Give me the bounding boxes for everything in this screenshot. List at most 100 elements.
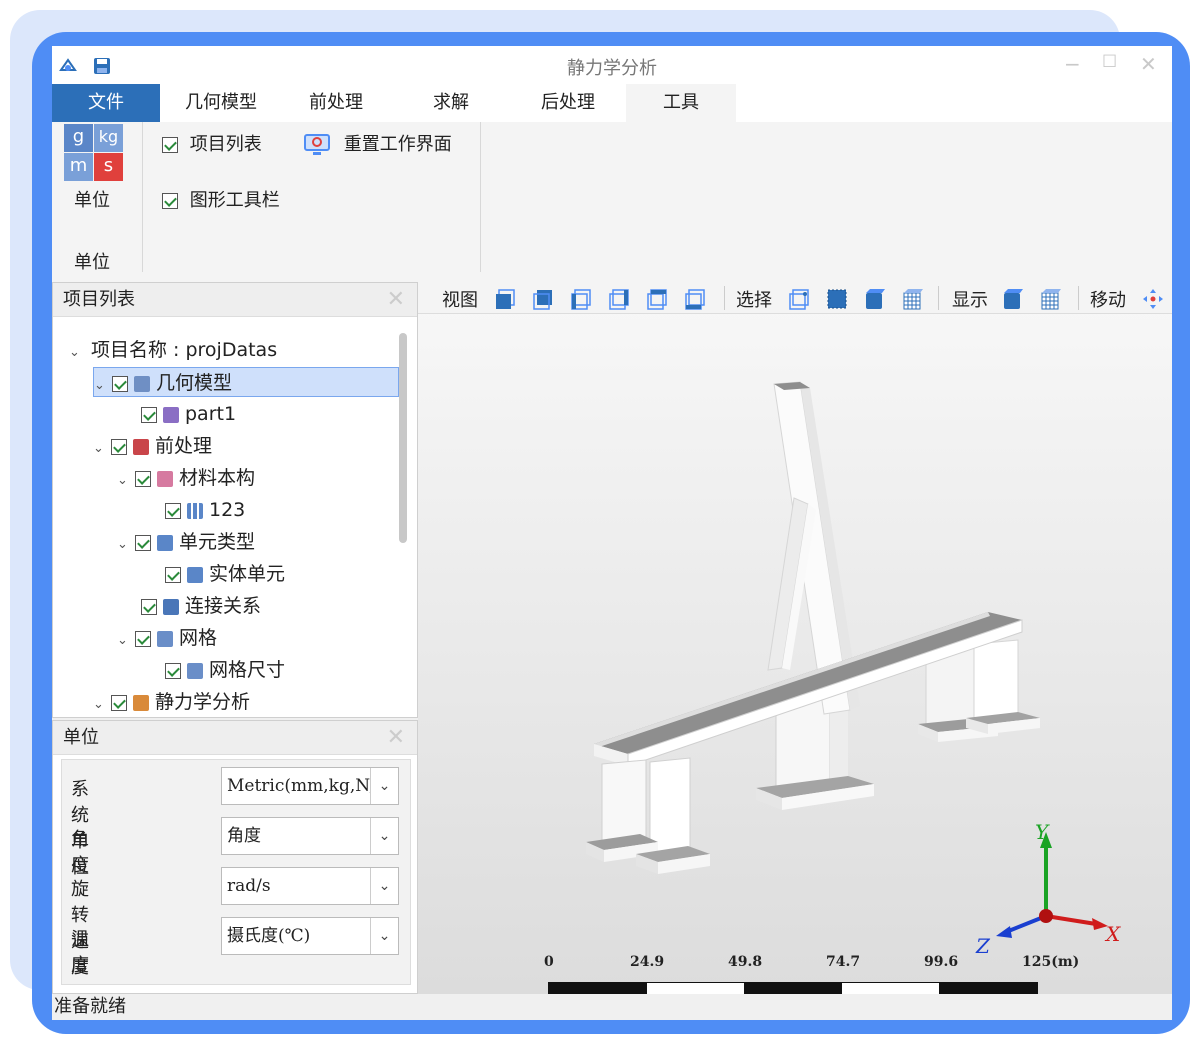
chevron-down-icon[interactable]: ⌄ bbox=[69, 338, 87, 368]
connection-icon bbox=[163, 598, 179, 615]
checkbox-icon[interactable] bbox=[165, 566, 181, 583]
checkbox-icon[interactable] bbox=[112, 375, 128, 392]
chevron-down-icon[interactable]: ⌄ bbox=[94, 371, 112, 401]
ribbon-separator bbox=[480, 122, 481, 272]
chevron-down-icon[interactable]: ⌄ bbox=[117, 626, 135, 656]
tree-item-element-type[interactable]: ⌄ 单元类型 bbox=[117, 527, 255, 557]
tab-tools[interactable]: 工具 bbox=[626, 84, 736, 122]
view-bottom-icon[interactable] bbox=[684, 288, 706, 310]
checkbox-icon[interactable] bbox=[162, 193, 178, 209]
scale-label: 49.8 bbox=[728, 954, 763, 970]
chevron-down-icon[interactable]: ⌄ bbox=[370, 918, 398, 954]
select-body-icon[interactable] bbox=[864, 288, 886, 310]
view-left-icon[interactable] bbox=[570, 288, 592, 310]
tree-label: 单元类型 bbox=[179, 531, 256, 553]
ribbon-tab-bar: 文件 几何模型 前处理 求解 后处理 工具 bbox=[52, 84, 1172, 122]
element-type-icon bbox=[157, 534, 173, 551]
tree-item-solid-element[interactable]: 实体单元 bbox=[165, 559, 285, 589]
close-panel-icon[interactable]: ✕ bbox=[387, 721, 405, 755]
tree-item-preprocess[interactable]: ⌄ 前处理 bbox=[93, 431, 212, 461]
mesh-icon bbox=[157, 630, 173, 647]
tree-item-part[interactable]: part1 bbox=[141, 399, 236, 429]
scale-label: 125(m) bbox=[1022, 954, 1080, 970]
tab-solve[interactable]: 求解 bbox=[398, 84, 504, 122]
select-point-icon[interactable] bbox=[788, 288, 810, 310]
tree-item-mesh-size[interactable]: 网格尺寸 bbox=[165, 655, 285, 685]
maximize-icon[interactable]: ☐ bbox=[1102, 52, 1117, 72]
scale-label: 24.9 bbox=[630, 954, 665, 970]
chevron-down-icon[interactable]: ⌄ bbox=[370, 818, 398, 854]
chevron-down-icon[interactable]: ⌄ bbox=[117, 466, 135, 496]
temperature-unit-select[interactable]: 摄氏度(℃) ⌄ bbox=[221, 917, 399, 955]
tree-label: 前处理 bbox=[155, 435, 213, 457]
units-icon[interactable]: g kg m s bbox=[64, 124, 124, 182]
select-element-icon[interactable] bbox=[902, 288, 924, 310]
checkbox-icon[interactable] bbox=[165, 502, 181, 519]
title-bar: 静力学分析 − ☐ ✕ bbox=[52, 46, 1172, 84]
minimize-icon[interactable]: − bbox=[1064, 52, 1081, 76]
status-text: 准备就绪 bbox=[54, 996, 126, 1017]
graphics-toolbar: 视图 选择 显示 移动 bbox=[418, 282, 1172, 314]
reset-workspace-button[interactable]: 重置工作界面 bbox=[304, 130, 452, 156]
chevron-down-icon[interactable]: ⌄ bbox=[370, 768, 398, 804]
checkbox-icon[interactable] bbox=[141, 406, 157, 423]
toolbar-separator bbox=[1078, 286, 1079, 310]
axis-y-label: Y bbox=[1035, 820, 1049, 844]
geometry-icon bbox=[134, 375, 150, 392]
checkbox-icon[interactable] bbox=[111, 438, 127, 455]
units-group-label: 单位 bbox=[74, 252, 110, 273]
tree-item-material-123[interactable]: 123 bbox=[165, 495, 245, 525]
rotation-speed-select[interactable]: rad/s ⌄ bbox=[221, 867, 399, 905]
units-panel-title: 单位 bbox=[63, 727, 99, 748]
checkbox-icon[interactable] bbox=[111, 694, 127, 711]
view-right-icon[interactable] bbox=[608, 288, 630, 310]
tree-label: 网格 bbox=[179, 627, 218, 649]
scrollbar-thumb[interactable] bbox=[399, 333, 407, 543]
angle-unit-select[interactable]: 角度 ⌄ bbox=[221, 817, 399, 855]
chevron-down-icon[interactable]: ⌄ bbox=[93, 434, 111, 464]
tree-item-mesh[interactable]: ⌄ 网格 bbox=[117, 623, 217, 653]
chevron-down-icon[interactable]: ⌄ bbox=[370, 868, 398, 904]
graphics-viewport[interactable]: 视图 选择 显示 移动 Y X Z bbox=[418, 282, 1172, 996]
display-mesh-icon[interactable] bbox=[1040, 288, 1062, 310]
select-face-icon[interactable] bbox=[826, 288, 848, 310]
checkbox-icon[interactable] bbox=[162, 137, 178, 153]
tree-label: 几何模型 bbox=[156, 372, 233, 394]
move-label: 移动 bbox=[1090, 290, 1126, 311]
checkbox-icon[interactable] bbox=[141, 598, 157, 615]
check-project-list[interactable]: 项目列表 bbox=[162, 130, 262, 156]
select-value: rad/s bbox=[227, 876, 271, 896]
tree-item-static-analysis[interactable]: ⌄ 静力学分析 bbox=[93, 687, 250, 717]
chevron-down-icon[interactable]: ⌄ bbox=[93, 690, 111, 720]
toolbar-separator bbox=[724, 286, 725, 310]
tree-item-material[interactable]: ⌄ 材料本构 bbox=[117, 463, 255, 493]
view-front-icon[interactable] bbox=[494, 288, 516, 310]
tree-item-project[interactable]: ⌄ 项目名称 : projDatas bbox=[69, 335, 277, 365]
tab-postprocess[interactable]: 后处理 bbox=[514, 84, 622, 122]
tree-label: 连接关系 bbox=[185, 595, 262, 617]
tree-label: 项目名称 : projDatas bbox=[91, 339, 278, 361]
close-icon[interactable]: ✕ bbox=[1140, 52, 1157, 76]
view-label: 视图 bbox=[442, 290, 478, 311]
checkbox-icon[interactable] bbox=[135, 534, 151, 551]
tab-preprocess[interactable]: 前处理 bbox=[284, 84, 388, 122]
system-unit-select[interactable]: Metric(mm,kg,N,s ⌄ bbox=[221, 767, 399, 805]
ribbon-separator bbox=[142, 122, 143, 272]
tree-item-connection[interactable]: 连接关系 bbox=[141, 591, 261, 621]
move-arrows-icon[interactable] bbox=[1142, 288, 1164, 310]
tab-geometry[interactable]: 几何模型 bbox=[162, 84, 280, 122]
tree-item-geometry[interactable]: ⌄ 几何模型 bbox=[93, 367, 399, 397]
checkbox-icon[interactable] bbox=[165, 662, 181, 679]
check-graphic-toolbar[interactable]: 图形工具栏 bbox=[162, 186, 280, 212]
view-top-icon[interactable] bbox=[646, 288, 668, 310]
display-solid-icon[interactable] bbox=[1002, 288, 1024, 310]
tab-file[interactable]: 文件 bbox=[52, 84, 160, 122]
select-value: 角度 bbox=[227, 826, 261, 846]
checkbox-icon[interactable] bbox=[135, 630, 151, 647]
close-panel-icon[interactable]: ✕ bbox=[387, 283, 405, 317]
axis-z-label: Z bbox=[976, 934, 990, 958]
view-back-icon[interactable] bbox=[532, 288, 554, 310]
chevron-down-icon[interactable]: ⌄ bbox=[117, 530, 135, 560]
units-button-label[interactable]: 单位 bbox=[74, 186, 110, 212]
checkbox-icon[interactable] bbox=[135, 470, 151, 487]
